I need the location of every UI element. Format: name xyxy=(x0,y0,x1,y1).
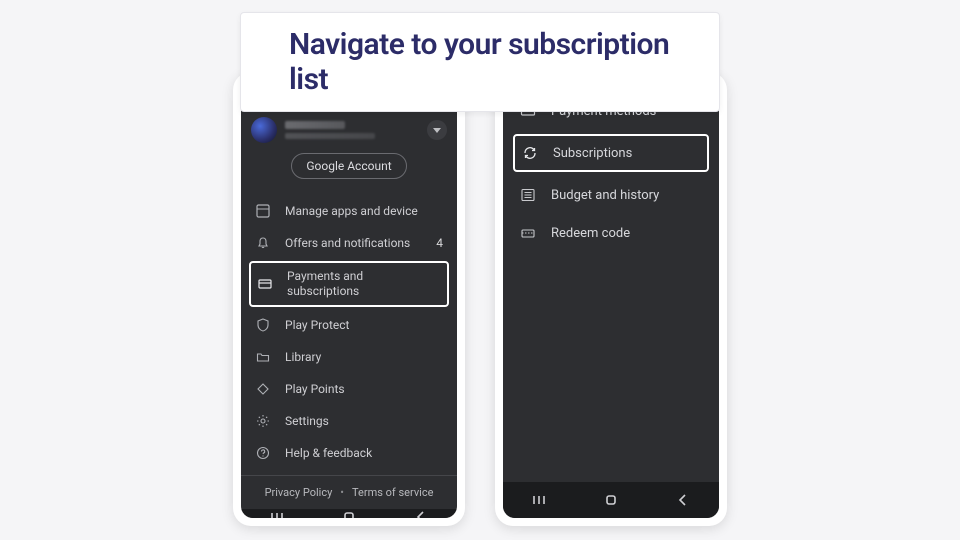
submenu-label: Budget and history xyxy=(551,188,659,203)
menu-label-line1: Payments and xyxy=(287,269,441,284)
terms-link[interactable]: Terms of service xyxy=(352,486,433,499)
profile-email-redacted xyxy=(285,133,375,139)
menu-label: Offers and notifications xyxy=(285,236,422,251)
refresh-icon xyxy=(521,144,539,162)
menu-label: Manage apps and device xyxy=(285,204,443,219)
gear-icon xyxy=(255,413,271,429)
menu-label-line2: subscriptions xyxy=(287,284,441,299)
highlighted-menu-item-payments[interactable]: Payments and subscriptions xyxy=(249,261,449,307)
menu-list: Manage apps and device Offers and notifi… xyxy=(241,189,457,475)
phone-frame-right: Payment methods Subscriptions Budget and… xyxy=(495,72,727,526)
notification-count: 4 xyxy=(436,236,443,250)
menu-label: Play Points xyxy=(285,382,443,397)
footer-links: Privacy Policy • Terms of service xyxy=(241,475,457,509)
google-account-button[interactable]: Google Account xyxy=(291,153,406,179)
shield-icon xyxy=(255,317,271,333)
instruction-text: Navigate to your subscription list xyxy=(289,27,671,97)
phone-frame-left: Google Google Account xyxy=(233,72,465,526)
screen-left: Google Google Account xyxy=(241,80,457,518)
menu-item-help[interactable]: Help & feedback xyxy=(241,437,457,469)
menu-item-play-points[interactable]: Play Points xyxy=(241,373,457,405)
back-button[interactable] xyxy=(413,509,429,518)
separator-dot: • xyxy=(340,486,344,499)
redeem-icon xyxy=(519,224,537,242)
menu-item-offers[interactable]: Offers and notifications 4 xyxy=(241,227,457,259)
back-button[interactable] xyxy=(675,492,691,508)
diamond-icon xyxy=(255,381,271,397)
recents-button[interactable] xyxy=(269,509,285,518)
submenu-item-budget[interactable]: Budget and history xyxy=(503,176,719,214)
phones-row: Google Google Account xyxy=(0,72,960,526)
folder-icon xyxy=(255,349,271,365)
avatar xyxy=(251,117,277,143)
submenu-label: Subscriptions xyxy=(553,146,632,161)
profile-row[interactable] xyxy=(241,113,457,153)
help-icon xyxy=(255,445,271,461)
android-navbar xyxy=(503,482,719,518)
chevron-down-icon xyxy=(433,128,441,133)
highlighted-submenu-item-subscriptions[interactable]: Subscriptions xyxy=(513,134,709,172)
recents-button[interactable] xyxy=(531,492,547,508)
menu-label: Settings xyxy=(285,414,443,429)
submenu-item-redeem[interactable]: Redeem code xyxy=(503,214,719,252)
menu-item-settings[interactable]: Settings xyxy=(241,405,457,437)
menu-label: Help & feedback xyxy=(285,446,443,461)
home-button[interactable] xyxy=(341,509,357,518)
menu-item-manage-apps[interactable]: Manage apps and device xyxy=(241,195,457,227)
profile-info xyxy=(285,121,419,139)
privacy-link[interactable]: Privacy Policy xyxy=(265,486,333,499)
screen-right: Payment methods Subscriptions Budget and… xyxy=(503,80,719,518)
submenu-label: Redeem code xyxy=(551,226,630,241)
profile-name-redacted xyxy=(285,121,345,129)
bell-icon xyxy=(255,235,271,251)
instruction-banner: Navigate to your subscription list xyxy=(240,12,720,112)
menu-label: Play Protect xyxy=(285,318,443,333)
android-navbar xyxy=(241,509,457,518)
screen-spacer xyxy=(503,264,719,482)
list-icon xyxy=(519,186,537,204)
apps-icon xyxy=(255,203,271,219)
menu-item-play-protect[interactable]: Play Protect xyxy=(241,309,457,341)
account-switcher[interactable] xyxy=(427,120,447,140)
menu-label: Payments and subscriptions xyxy=(287,269,441,299)
menu-item-library[interactable]: Library xyxy=(241,341,457,373)
menu-label: Library xyxy=(285,350,443,365)
home-button[interactable] xyxy=(603,492,619,508)
card-icon xyxy=(257,276,273,292)
